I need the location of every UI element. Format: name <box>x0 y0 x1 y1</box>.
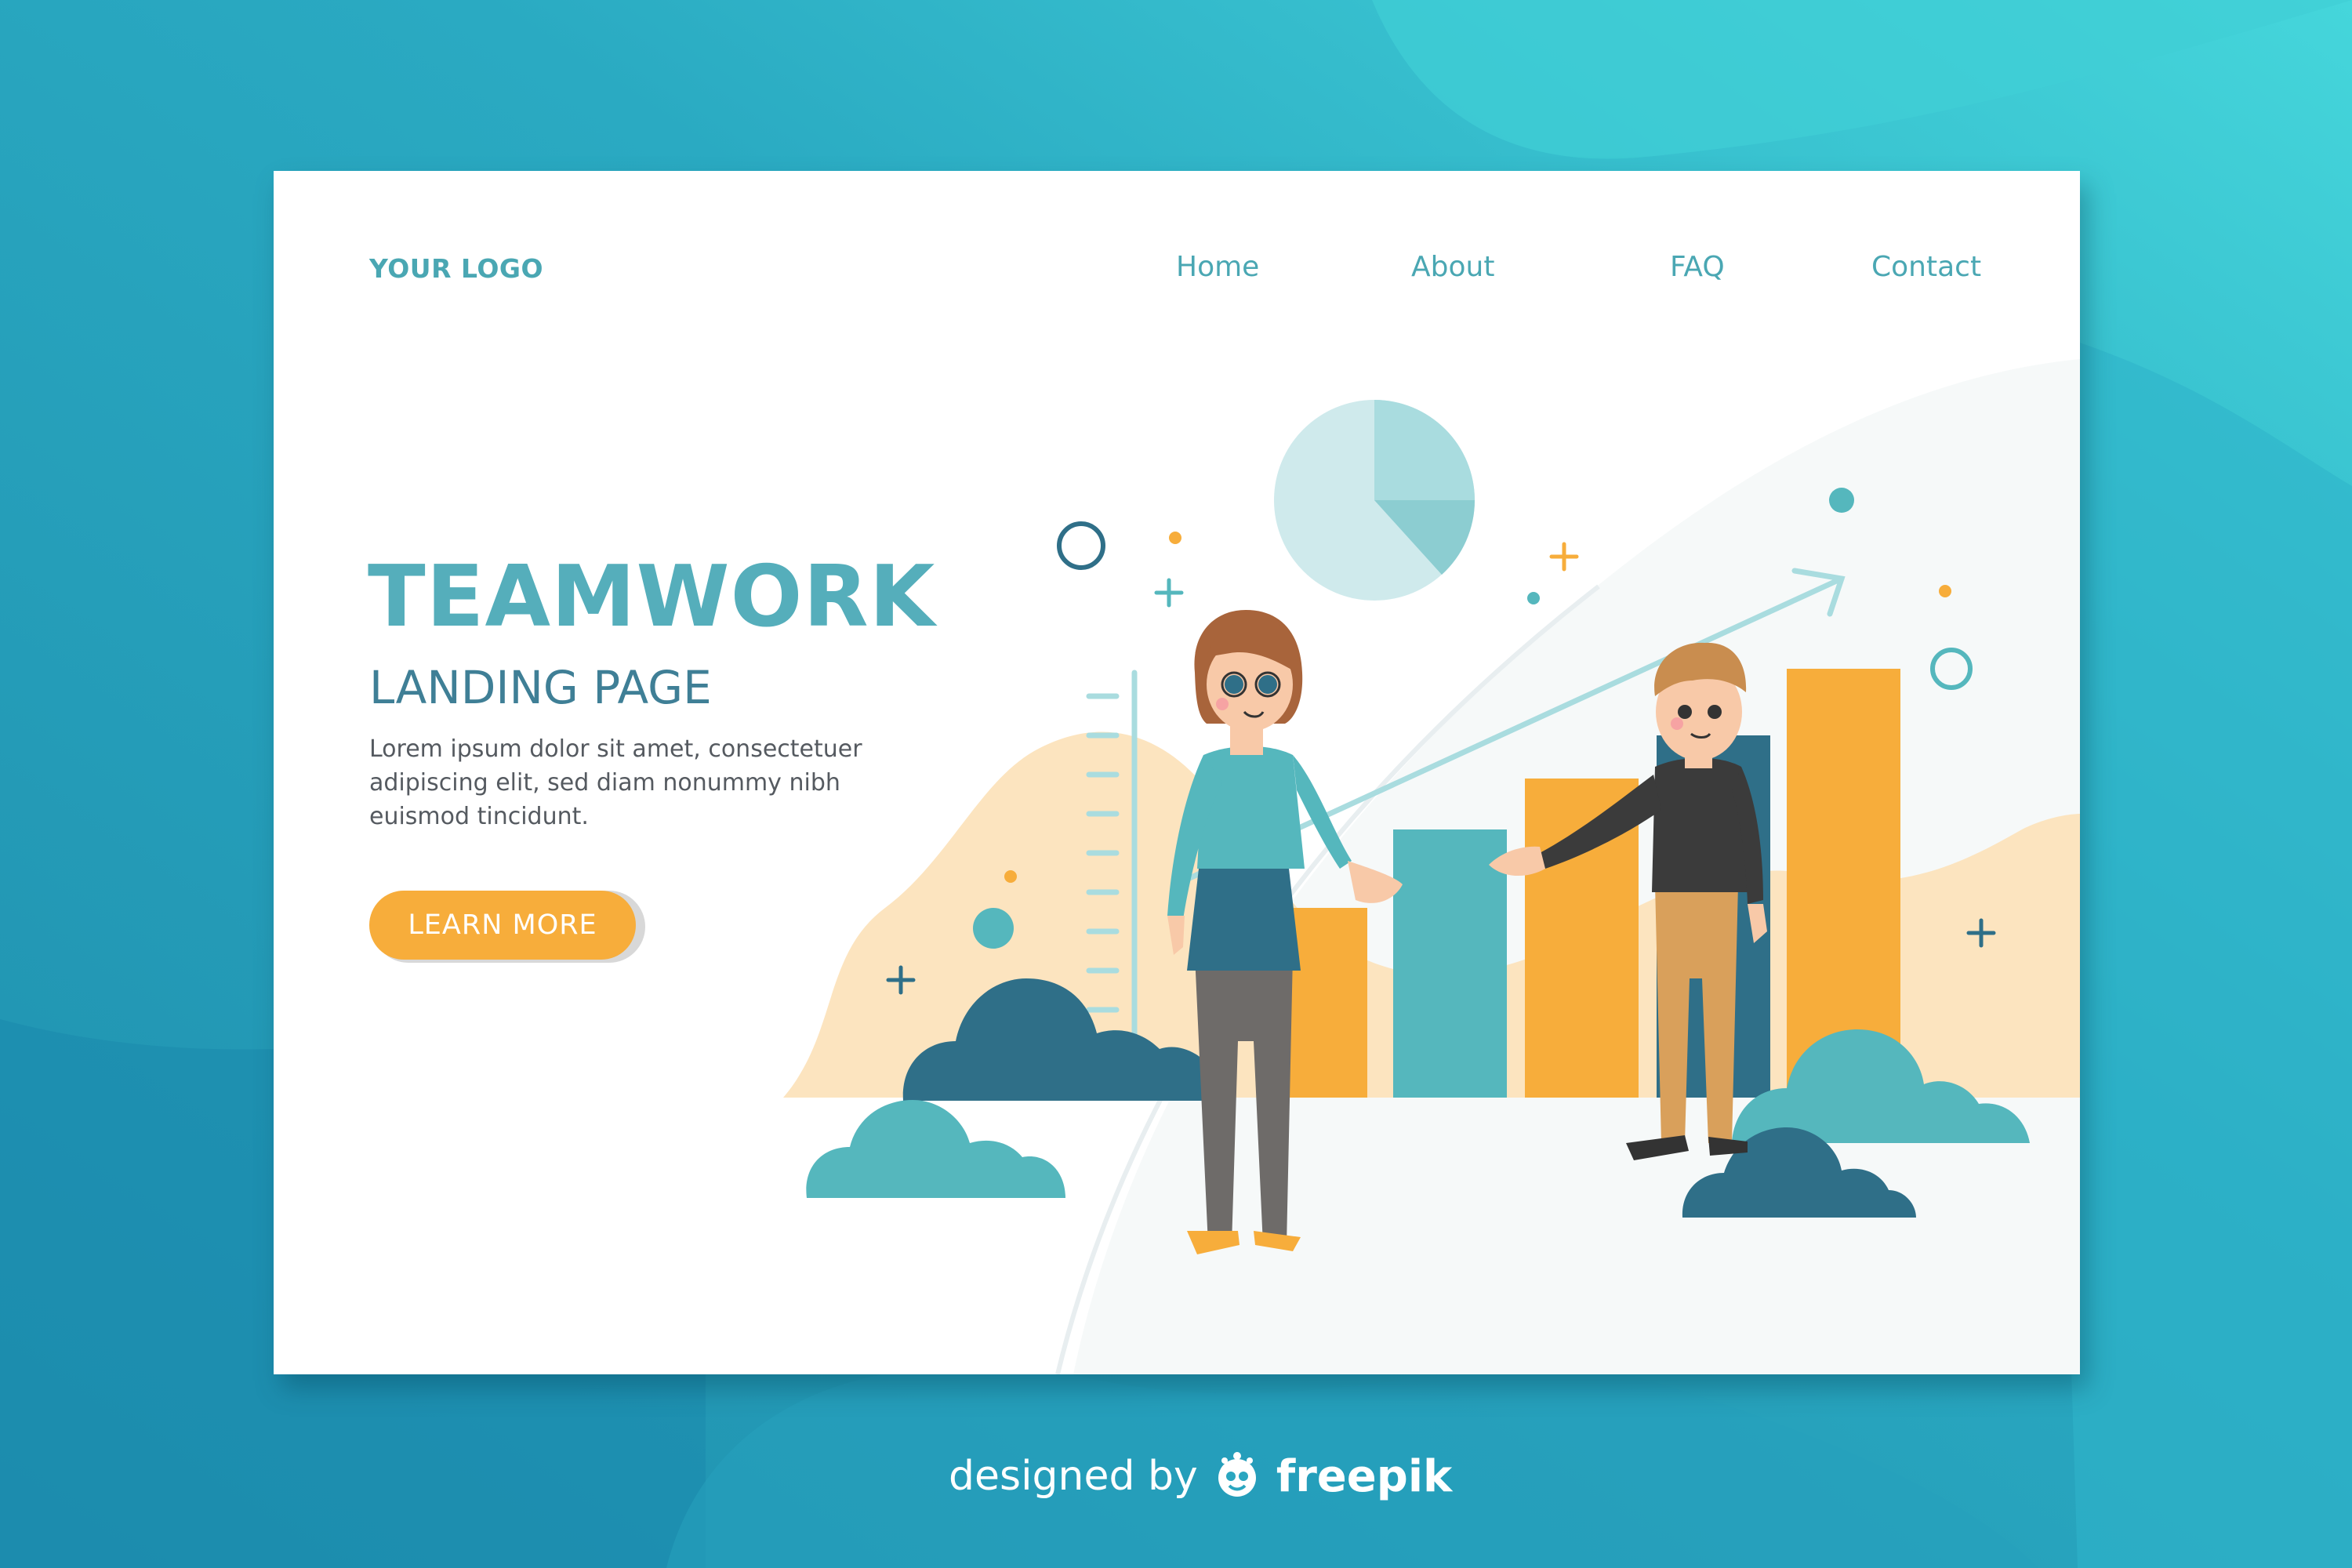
teamwork-illustration <box>783 400 2080 1254</box>
pie-chart-icon <box>1274 400 1475 601</box>
plus-icon <box>1154 578 1184 608</box>
dot-icon <box>1829 488 1854 513</box>
bar-2 <box>1393 829 1507 1098</box>
plus-icon <box>1549 542 1579 572</box>
landing-card: YOUR LOGO Home About FAQ Contact TEAMWOR… <box>274 171 2080 1374</box>
credit-brand: freepik <box>1276 1450 1453 1502</box>
freepik-logo-icon <box>1212 1450 1262 1503</box>
ring-icon <box>1057 521 1105 570</box>
credit-prefix: designed by <box>949 1453 1198 1500</box>
cloud <box>806 1100 1065 1198</box>
dot-icon <box>1939 585 1951 597</box>
freepik-credit[interactable]: designed by freepik <box>949 1449 1452 1504</box>
dot-icon <box>1004 870 1017 883</box>
dot-icon <box>1527 592 1540 604</box>
ring-icon <box>1930 648 1973 690</box>
dot-icon <box>1169 532 1181 544</box>
dot-icon <box>973 908 1014 949</box>
